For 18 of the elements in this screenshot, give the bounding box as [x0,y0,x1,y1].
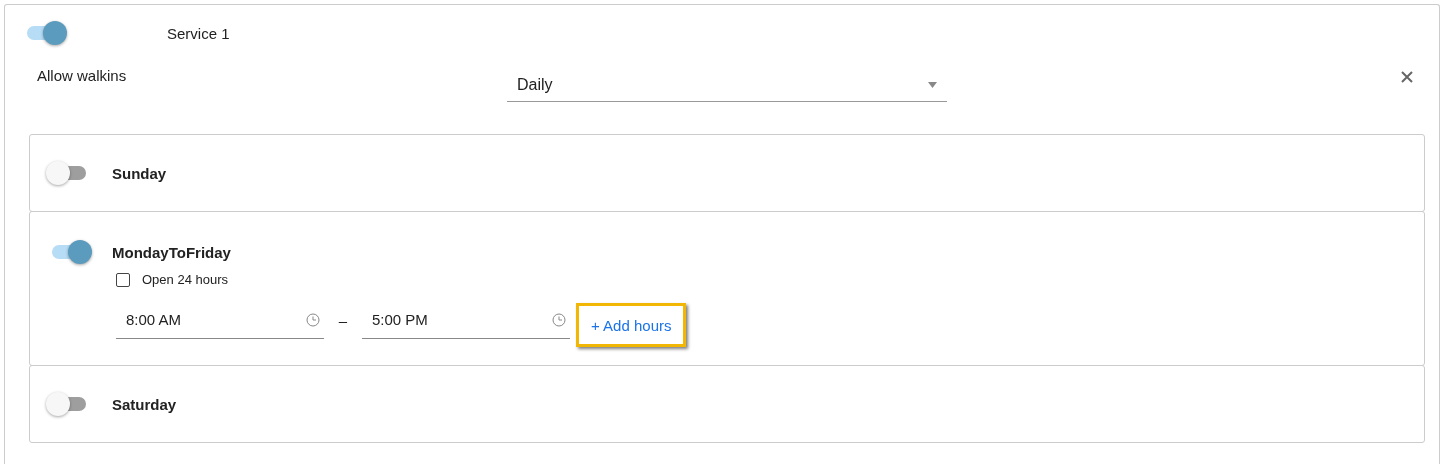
close-icon[interactable] [1401,71,1413,83]
clock-icon[interactable] [306,312,320,327]
frequency-dropdown[interactable]: Daily [507,69,947,102]
time-value: 8:00 AM [126,311,182,328]
service-name: Service 1 [167,24,230,42]
day-name: Saturday [112,395,177,413]
checkbox[interactable] [116,272,130,287]
dash-separator: – [337,312,349,331]
caret-icon [928,82,937,88]
day-name: Sunday [112,164,167,182]
start-time-field[interactable]: 8:00 AM [116,301,324,339]
allow-walkins-label: Allow walkins [37,67,128,84]
checkbox-label: Open 24 hours [142,272,228,287]
add-hours-link[interactable]: + Add hours [576,303,687,347]
day-name: MondayToFriday [112,243,231,261]
end-time-field[interactable]: 5:00 PM [362,301,570,339]
time-value: 5:00 PM [372,311,428,328]
clock-icon[interactable] [552,312,566,327]
